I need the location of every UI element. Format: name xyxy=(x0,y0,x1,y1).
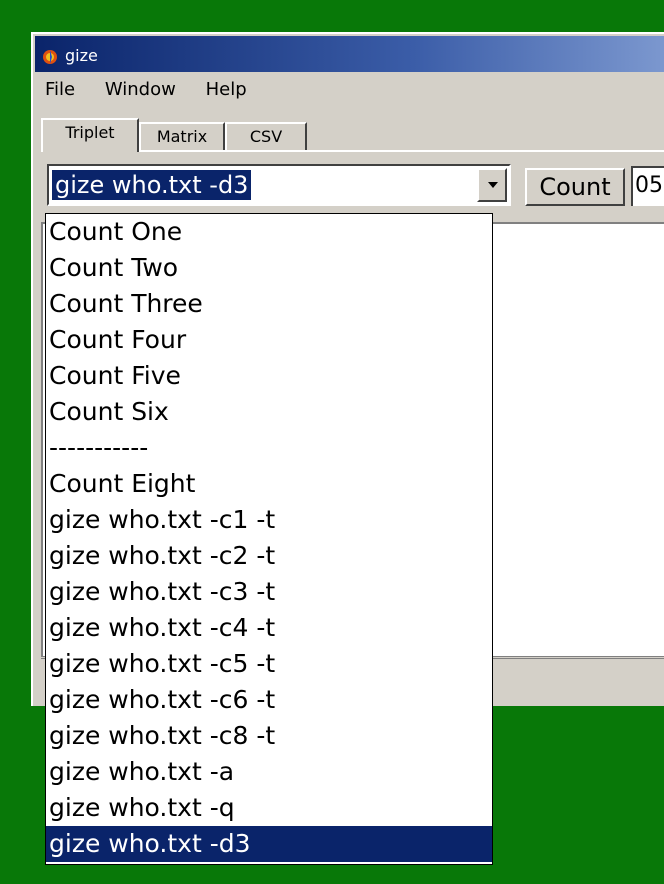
desktop: gize File Window Help Triplet Matrix CSV… xyxy=(0,0,664,884)
dropdown-item-count-four[interactable]: Count Four xyxy=(46,322,492,358)
tab-triplet[interactable]: Triplet xyxy=(41,118,139,152)
count-input[interactable]: 05 xyxy=(631,166,664,206)
command-combobox[interactable]: gize who.txt -d3 xyxy=(47,164,511,206)
tab-csv[interactable]: CSV xyxy=(225,122,307,152)
dropdown-item-count-one[interactable]: Count One xyxy=(46,214,492,250)
dropdown-item-count-two[interactable]: Count Two xyxy=(46,250,492,286)
title-bar[interactable]: gize xyxy=(35,36,664,72)
tab-strip: Triplet Matrix CSV xyxy=(41,118,661,152)
gize-app-icon xyxy=(41,48,59,66)
dropdown-item-c6[interactable]: gize who.txt -c6 -t xyxy=(46,682,492,718)
count-button[interactable]: Count xyxy=(525,168,625,206)
dropdown-item-d3[interactable]: gize who.txt -d3 xyxy=(46,826,492,862)
dropdown-item-c2[interactable]: gize who.txt -c2 -t xyxy=(46,538,492,574)
dropdown-item-c1[interactable]: gize who.txt -c1 -t xyxy=(46,502,492,538)
dropdown-item-c5[interactable]: gize who.txt -c5 -t xyxy=(46,646,492,682)
menu-window[interactable]: Window xyxy=(105,76,176,104)
dropdown-separator[interactable]: ----------- xyxy=(46,430,492,466)
combobox-dropdown-button[interactable] xyxy=(477,168,507,202)
dropdown-item-count-three[interactable]: Count Three xyxy=(46,286,492,322)
dropdown-item-q[interactable]: gize who.txt -q xyxy=(46,790,492,826)
combobox-value[interactable]: gize who.txt -d3 xyxy=(52,170,252,200)
dropdown-item-count-eight[interactable]: Count Eight xyxy=(46,466,492,502)
menu-bar: File Window Help xyxy=(37,76,657,104)
dropdown-item-count-six[interactable]: Count Six xyxy=(46,394,492,430)
dropdown-item-c8[interactable]: gize who.txt -c8 -t xyxy=(46,718,492,754)
menu-file[interactable]: File xyxy=(45,76,75,104)
dropdown-item-c4[interactable]: gize who.txt -c4 -t xyxy=(46,610,492,646)
dropdown-item-c3[interactable]: gize who.txt -c3 -t xyxy=(46,574,492,610)
window-title: gize xyxy=(65,46,98,65)
dropdown-item-count-five[interactable]: Count Five xyxy=(46,358,492,394)
menu-help[interactable]: Help xyxy=(206,76,247,104)
tab-matrix[interactable]: Matrix xyxy=(139,122,225,152)
dropdown-item-a[interactable]: gize who.txt -a xyxy=(46,754,492,790)
combobox-dropdown-list[interactable]: Count One Count Two Count Three Count Fo… xyxy=(45,213,493,865)
